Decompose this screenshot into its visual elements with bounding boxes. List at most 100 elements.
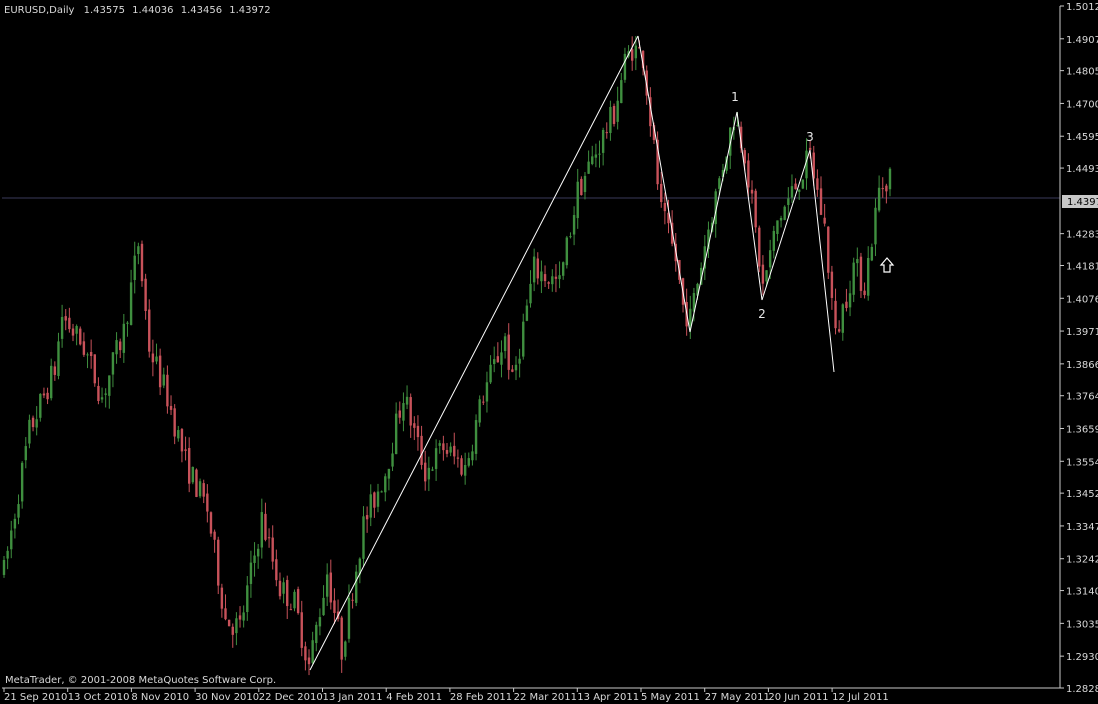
- candle: [794, 178, 797, 190]
- candle: [97, 377, 100, 405]
- candle: [224, 594, 227, 621]
- candle: [438, 440, 441, 454]
- candle: [238, 606, 242, 628]
- candle: [543, 265, 547, 288]
- chart-window[interactable]: 1.50120 1.49070 1.48050 1.47000 1.45950 1.449…: [0, 0, 1098, 704]
- candle: [231, 623, 234, 648]
- candle: [580, 176, 583, 196]
- candle: [53, 361, 57, 381]
- price-tick-label: 1.40760: [1066, 294, 1098, 305]
- price-tick-label: 1.48050: [1066, 67, 1098, 78]
- candle: [877, 175, 881, 213]
- candle: [122, 313, 126, 363]
- candle: [776, 220, 779, 242]
- candle: [507, 323, 510, 380]
- candle: [86, 352, 89, 369]
- candle: [394, 402, 398, 455]
- candle: [10, 520, 13, 559]
- candle: [874, 198, 877, 257]
- candle: [471, 444, 474, 466]
- candle: [177, 425, 180, 442]
- candle: [184, 436, 187, 461]
- candle: [311, 631, 314, 665]
- price-tick-label: 1.34520: [1066, 489, 1098, 500]
- candle: [761, 255, 765, 296]
- candle: [151, 339, 155, 377]
- price-tick-label: 1.37640: [1066, 392, 1098, 403]
- high-value: 1.44036: [132, 5, 173, 16]
- candle: [420, 425, 423, 470]
- price-tick-label: 1.33470: [1066, 522, 1098, 533]
- candle: [496, 342, 500, 363]
- close-value: 1.43972: [229, 5, 270, 16]
- candle: [630, 36, 634, 71]
- candle: [598, 140, 601, 168]
- candle: [460, 455, 463, 477]
- wave-label-1: 1: [731, 90, 739, 104]
- price-chart[interactable]: 1.50120 1.49070 1.48050 1.47000 1.45950 1.449…: [0, 0, 1098, 704]
- price-tick-label: 1.45950: [1066, 132, 1098, 143]
- candle: [20, 461, 24, 509]
- time-tick-label: 27 May 2011: [705, 692, 770, 703]
- candle: [863, 282, 866, 299]
- candle: [198, 478, 202, 499]
- price-tick-label: 1.44930: [1066, 164, 1098, 175]
- candle: [13, 513, 17, 539]
- candle: [823, 203, 826, 227]
- candle: [191, 466, 195, 485]
- candle: [42, 387, 46, 399]
- candle: [209, 511, 213, 537]
- candle: [329, 559, 333, 610]
- candle: [355, 564, 358, 607]
- candle: [39, 393, 42, 422]
- candle: [325, 563, 329, 606]
- time-tick-label: 5 May 2011: [641, 692, 700, 703]
- candle: [169, 395, 173, 415]
- candle: [565, 235, 569, 269]
- candle: [108, 375, 111, 409]
- candle: [344, 640, 347, 661]
- time-tick-label: 22 Dec 2010: [259, 692, 323, 703]
- candle: [104, 388, 107, 408]
- candle: [202, 479, 205, 504]
- candle: [256, 543, 260, 569]
- zigzag-overlay: [309, 35, 835, 671]
- wave-label-3: 3: [806, 130, 814, 144]
- candle: [856, 247, 859, 277]
- candle: [115, 332, 118, 364]
- candle: [591, 145, 594, 166]
- candle: [605, 122, 608, 139]
- candle: [572, 206, 576, 246]
- time-tick-label: 13 Apr 2011: [577, 692, 639, 703]
- candle: [594, 143, 598, 168]
- open-value: 1.43575: [84, 5, 125, 16]
- candle: [148, 299, 151, 358]
- candle: [253, 542, 256, 577]
- candle: [391, 442, 394, 472]
- candle: [93, 354, 96, 387]
- wave-label-2: 2: [758, 307, 766, 321]
- candle: [71, 323, 75, 342]
- candle: [859, 252, 863, 298]
- candle: [663, 192, 667, 225]
- candle: [358, 557, 362, 584]
- candle: [416, 415, 420, 451]
- candle: [362, 506, 365, 566]
- current-price-box: 1.43972: [1062, 195, 1098, 208]
- price-scale: 1.50120 1.49070 1.48050 1.47000 1.45950 1.449…: [1060, 2, 1098, 695]
- candle: [242, 605, 245, 628]
- candle: [427, 456, 431, 492]
- candle: [307, 649, 311, 676]
- time-scale: 21 Sep 2010 13 Oct 2010 8 Nov 2010 30 Nov 2…: [3, 688, 889, 703]
- candle: [318, 608, 322, 636]
- price-tick-label: 1.38660: [1066, 360, 1098, 371]
- candle: [235, 612, 238, 646]
- candle: [384, 473, 387, 502]
- candle: [144, 273, 147, 320]
- candle: [551, 269, 554, 292]
- candle: [195, 468, 198, 498]
- candle: [376, 483, 380, 513]
- candle: [518, 348, 521, 378]
- candle: [456, 449, 460, 468]
- candle: [558, 261, 561, 289]
